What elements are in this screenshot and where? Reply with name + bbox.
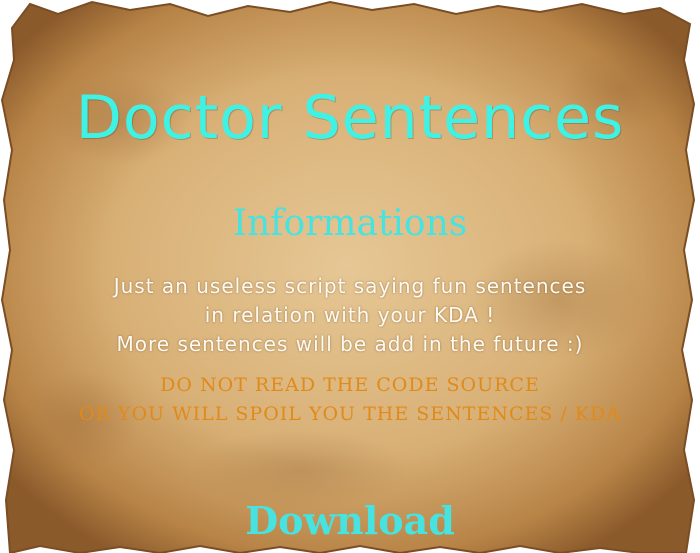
- warning-line: OR YOU WILL SPOIL YOU THE SENTENCES / KD…: [79, 403, 621, 425]
- description-line: More sentences will be add in the future…: [116, 332, 584, 356]
- page: Doctor Sentences Informations Just an us…: [0, 0, 700, 553]
- description-line: in relation with your KDA !: [204, 303, 496, 327]
- content: Doctor Sentences Informations Just an us…: [0, 0, 700, 553]
- description-line: Just an useless script saying fun senten…: [113, 274, 587, 298]
- spoiler-warning: DO NOT READ THE CODE SOURCE OR YOU WILL …: [0, 371, 700, 429]
- download-link[interactable]: Download: [0, 496, 700, 546]
- description: Just an useless script saying fun senten…: [0, 272, 700, 359]
- section-heading-informations: Informations: [232, 203, 468, 244]
- page-title: Doctor Sentences: [75, 83, 625, 153]
- warning-line: DO NOT READ THE CODE SOURCE: [160, 374, 540, 396]
